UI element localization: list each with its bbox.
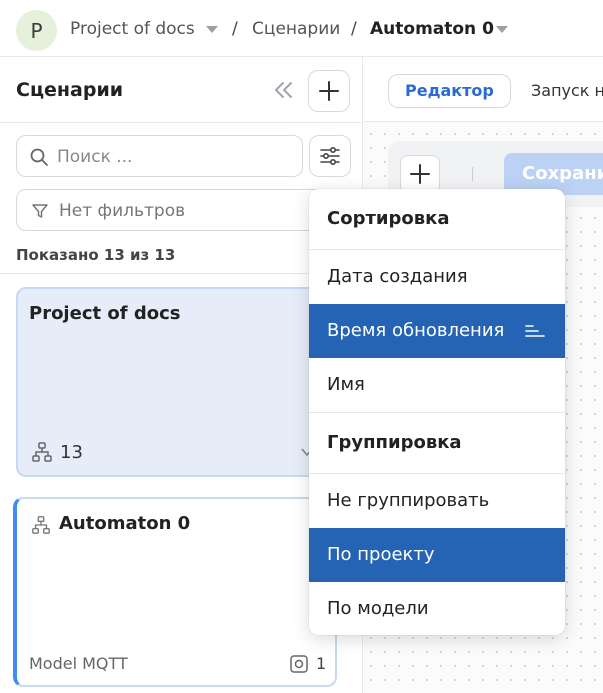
tab-editor[interactable]: Редактор bbox=[388, 74, 511, 108]
filter-box[interactable]: Нет фильтров bbox=[16, 189, 346, 231]
sort-settings-button[interactable] bbox=[309, 135, 351, 177]
menu-item-label: Время обновления bbox=[327, 320, 505, 341]
search-input[interactable] bbox=[57, 144, 287, 170]
scenario-count: 13 bbox=[60, 442, 83, 463]
breadcrumb-separator: / bbox=[351, 19, 357, 39]
menu-item-by-project[interactable]: По проекту bbox=[309, 528, 565, 582]
shown-count: Показано 13 из 13 bbox=[16, 246, 176, 264]
breadcrumb-section[interactable]: Сценарии bbox=[252, 19, 340, 39]
filter-icon bbox=[32, 204, 48, 218]
divider bbox=[0, 122, 362, 123]
sliders-icon bbox=[320, 146, 340, 166]
search-box[interactable] bbox=[16, 135, 303, 177]
menu-section-group: Группировка bbox=[327, 432, 462, 453]
menu-item-updated-time[interactable]: Время обновления bbox=[309, 304, 565, 358]
breadcrumb-separator: / bbox=[232, 19, 238, 39]
menu-item-created-date[interactable]: Дата создания bbox=[309, 250, 565, 304]
chevron-down-icon[interactable] bbox=[206, 26, 218, 33]
breadcrumb-project[interactable]: Project of docs bbox=[70, 19, 195, 39]
search-icon bbox=[30, 148, 48, 166]
sort-descending-icon bbox=[525, 325, 545, 337]
avatar-letter: P bbox=[30, 18, 43, 43]
card-title: Automaton 0 bbox=[59, 513, 191, 534]
divider bbox=[472, 167, 473, 181]
scenario-card[interactable]: Automaton 0 Model MQTT 1 bbox=[13, 497, 337, 687]
model-name: Model MQTT bbox=[29, 654, 128, 673]
plus-icon bbox=[410, 164, 430, 184]
editor-tabs: Редактор Запуск н bbox=[364, 57, 603, 122]
hierarchy-icon bbox=[32, 516, 50, 534]
hierarchy-icon bbox=[32, 442, 52, 462]
double-chevron-left-icon[interactable] bbox=[270, 77, 296, 103]
menu-section-sort: Сортировка bbox=[327, 208, 450, 229]
filter-text: Нет фильтров bbox=[59, 201, 186, 221]
device-icon bbox=[290, 655, 308, 673]
card-title: Project of docs bbox=[29, 303, 181, 324]
project-group-card[interactable]: Project of docs 13 bbox=[16, 287, 338, 477]
breadcrumb-bar: P Project of docs / Сценарии / Automaton… bbox=[0, 0, 603, 57]
menu-item-name[interactable]: Имя bbox=[309, 358, 565, 412]
device-count: 1 bbox=[316, 654, 327, 673]
add-scenario-button[interactable] bbox=[308, 70, 350, 112]
plus-icon bbox=[319, 81, 339, 101]
sort-group-menu: Сортировка Дата создания Время обновлени… bbox=[309, 189, 565, 635]
add-node-button[interactable] bbox=[400, 155, 440, 193]
project-avatar[interactable]: P bbox=[16, 10, 57, 51]
chevron-down-icon[interactable] bbox=[496, 26, 508, 33]
breadcrumb-current: Automaton 0 bbox=[370, 19, 494, 39]
menu-item-no-grouping[interactable]: Не группировать bbox=[309, 474, 565, 528]
menu-item-by-model[interactable]: По модели bbox=[309, 582, 565, 635]
tab-run[interactable]: Запуск н bbox=[531, 81, 603, 100]
sidebar-title: Сценарии bbox=[16, 79, 124, 101]
